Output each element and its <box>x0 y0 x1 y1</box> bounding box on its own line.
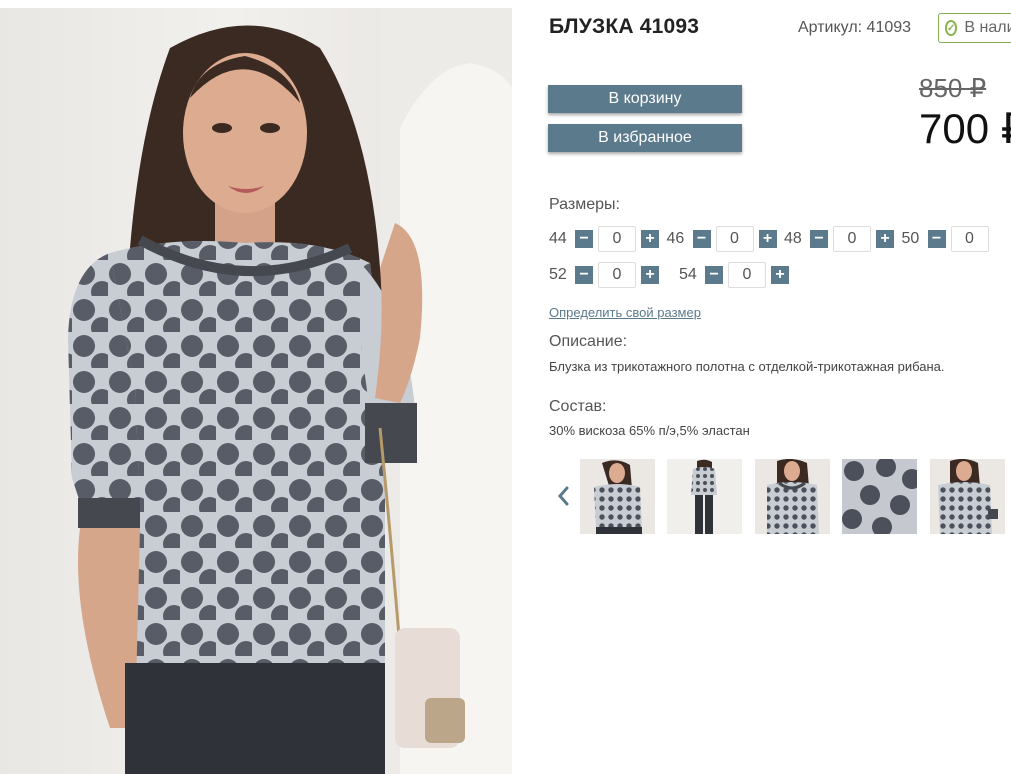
increment-button[interactable]: + <box>641 230 659 248</box>
decrement-button[interactable]: − <box>810 230 828 248</box>
size-row: 52 − + 54 − + <box>549 260 1011 290</box>
decrement-button[interactable]: − <box>575 266 593 284</box>
size-item-48: 48 − + <box>784 226 902 252</box>
find-size-link[interactable]: Определить свой размер <box>549 305 701 320</box>
quantity-input[interactable] <box>950 226 989 252</box>
decrement-button[interactable]: − <box>927 230 946 248</box>
increment-button[interactable]: + <box>758 230 777 248</box>
old-price: 850 ₽ <box>919 73 987 103</box>
quantity-input[interactable] <box>715 226 754 252</box>
quantity-input[interactable] <box>598 262 636 288</box>
gallery-thumbnail[interactable] <box>580 459 655 534</box>
decrement-button[interactable]: − <box>575 230 593 248</box>
stock-badge: ✓ В наличии <box>938 13 1011 43</box>
size-label: 48 <box>784 230 802 247</box>
product-title: БЛУЗКА 41093 <box>549 15 700 38</box>
size-label: 46 <box>666 230 685 247</box>
description-text: Блузка из трикотажного полотна с отделко… <box>549 359 945 374</box>
quantity-input[interactable] <box>728 262 766 288</box>
product-sku: Артикул: 41093 <box>798 19 912 36</box>
quantity-input[interactable] <box>598 226 636 252</box>
increment-button[interactable]: + <box>876 230 894 248</box>
size-label: 50 <box>901 230 920 247</box>
size-item-52: 52 − + <box>549 262 679 288</box>
decrement-button[interactable]: − <box>705 266 723 284</box>
size-item-46: 46 − + <box>667 226 785 252</box>
check-circle-icon: ✓ <box>945 20 958 36</box>
size-item-54: 54 − + <box>679 262 809 288</box>
size-row: 44 − + 46 − + 48 − + 50 − <box>549 224 1011 254</box>
add-to-cart-button[interactable]: В корзину <box>548 85 742 113</box>
size-selector: 44 − + 46 − + 48 − + 50 − 52 − + <box>549 224 1011 296</box>
size-label: 44 <box>549 230 567 247</box>
gallery-thumbnail[interactable] <box>842 459 917 534</box>
quantity-input[interactable] <box>833 226 871 252</box>
size-label: 52 <box>549 266 567 283</box>
gallery-thumbnail[interactable] <box>667 459 742 534</box>
add-to-favorites-button[interactable]: В избранное <box>548 124 742 152</box>
sizes-label: Размеры: <box>549 196 620 213</box>
size-item-44: 44 − + <box>549 226 667 252</box>
description-label: Описание: <box>549 333 628 350</box>
current-price: 700 ₽ <box>919 105 1011 152</box>
gallery-thumbnail[interactable] <box>755 459 830 534</box>
increment-button[interactable]: + <box>641 266 659 284</box>
size-label: 54 <box>679 266 697 283</box>
stock-label: В наличии <box>964 19 1011 36</box>
gallery-thumbnail[interactable] <box>930 459 1005 534</box>
composition-text: 30% вискоза 65% п/э,5% эластан <box>549 423 750 438</box>
chevron-left-icon <box>558 486 569 506</box>
decrement-button[interactable]: − <box>692 230 711 248</box>
increment-button[interactable]: + <box>771 266 789 284</box>
gallery-prev-button[interactable] <box>553 482 573 510</box>
size-item-50: 50 − <box>902 226 1011 252</box>
composition-label: Состав: <box>549 398 607 415</box>
main-product-photo[interactable] <box>0 8 512 774</box>
